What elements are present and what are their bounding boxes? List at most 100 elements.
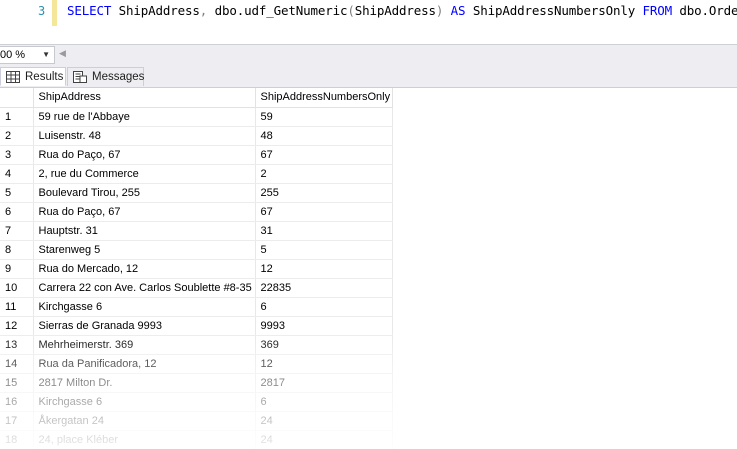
row-number-header[interactable] (0, 88, 34, 108)
row-number-cell[interactable]: 2 (0, 126, 34, 146)
shipaddress-cell[interactable]: Åkergatan 24 (33, 411, 256, 431)
query-editor[interactable]: 3 SELECT ShipAddress, dbo.udf_GetNumeric… (0, 0, 737, 44)
numbers-only-cell[interactable]: 24 (255, 430, 393, 449)
shipaddress-cell[interactable]: Kirchgasse 6 (33, 392, 256, 412)
row-number-cell[interactable]: 16 (0, 392, 34, 412)
tab-messages[interactable]: Messages (67, 67, 144, 86)
row-number-cell[interactable]: 10 (0, 278, 34, 298)
row-number-cell[interactable]: 5 (0, 183, 34, 203)
numbers-only-cell[interactable]: 9993 (255, 316, 393, 336)
numbers-only-cell[interactable]: 22835 (255, 278, 393, 298)
shipaddress-cell[interactable]: Luisenstr. 48 (33, 126, 256, 146)
numbers-only-cell[interactable]: 59 (255, 107, 393, 127)
table-row[interactable]: 14 Rua da Panificadora, 12 12 (0, 354, 393, 374)
keyword-select: SELECT (67, 3, 112, 18)
shipaddress-cell[interactable]: Rua do Paço, 67 (33, 202, 256, 222)
shipaddress-cell[interactable]: Boulevard Tirou, 255 (33, 183, 256, 203)
code-alias: ShipAddressNumbersOnly (472, 3, 636, 18)
table-row[interactable]: 7 Hauptstr. 31 31 (0, 221, 393, 241)
table-row[interactable]: 13 Mehrheimerstr. 369 369 (0, 335, 393, 355)
table-row[interactable]: 3 Rua do Paço, 67 67 (0, 145, 393, 165)
table-row[interactable]: 1 59 rue de l'Abbaye 59 (0, 107, 393, 127)
table-row[interactable]: 2 Luisenstr. 48 48 (0, 126, 393, 146)
tab-results[interactable]: Results (0, 67, 66, 86)
table-row[interactable]: 8 Starenweg 55 (0, 240, 393, 260)
table-row[interactable]: 4 2, rue du Commerce 2 (0, 164, 393, 184)
code-rparen: ) (435, 3, 444, 18)
shipaddress-cell[interactable]: 2, rue du Commerce (33, 164, 256, 184)
numbers-only-cell[interactable]: 5 (255, 240, 393, 260)
table-row[interactable]: 16 Kirchgasse 66 (0, 392, 393, 412)
row-number-cell[interactable]: 1 (0, 107, 34, 127)
code-argument: ShipAddress (354, 3, 436, 18)
tab-messages-label: Messages (92, 71, 145, 83)
line-number: 3 (38, 4, 46, 18)
row-number-cell[interactable]: 3 (0, 145, 34, 165)
numbers-only-cell[interactable]: 12 (255, 259, 393, 279)
shipaddress-cell[interactable]: Sierras de Granada 9993 (33, 316, 256, 336)
row-number-cell[interactable]: 11 (0, 297, 34, 317)
change-indicator-bar (52, 0, 57, 26)
keyword-from: FROM (642, 3, 672, 18)
table-row[interactable]: 11 Kirchgasse 66 (0, 297, 393, 317)
shipaddress-cell[interactable]: Starenweg 5 (33, 240, 256, 260)
shipaddress-cell[interactable]: Rua do Paço, 67 (33, 145, 256, 165)
table-row[interactable]: 6 Rua do Paço, 67 67 (0, 202, 393, 222)
table-row[interactable]: 17 Åkergatan 24 24 (0, 411, 393, 431)
tab-results-label: Results (25, 70, 64, 83)
zoom-bar: 00 % ▼ ◀ (0, 44, 737, 65)
code-table: dbo.Orders (679, 3, 737, 18)
code-function: dbo.udf_GetNumeric (214, 3, 348, 18)
row-number-cell[interactable]: 18 (0, 430, 34, 449)
shipaddress-cell[interactable]: 2817 Milton Dr. (33, 373, 256, 393)
shipaddress-cell[interactable]: Carrera 22 con Ave. Carlos Soublette #8-… (33, 278, 256, 298)
numbers-only-cell[interactable]: 48 (255, 126, 393, 146)
shipaddress-cell[interactable]: 59 rue de l'Abbaye (33, 107, 256, 127)
row-number-cell[interactable]: 8 (0, 240, 34, 260)
shipaddress-cell[interactable]: Hauptstr. 31 (33, 221, 256, 241)
numbers-only-cell[interactable]: 369 (255, 335, 393, 355)
zoom-value: 00 % (0, 49, 26, 61)
table-row[interactable]: 12 Sierras de Granada 9993 9993 (0, 316, 393, 336)
table-row[interactable]: 5 Boulevard Tirou, 255 255 (0, 183, 393, 203)
row-number-cell[interactable]: 13 (0, 335, 34, 355)
column-header-shipaddressnumbersonly[interactable]: ShipAddressNumbersOnly (255, 88, 393, 108)
numbers-only-cell[interactable]: 2 (255, 164, 393, 184)
table-row[interactable]: 18 24, place Kléber 24 (0, 430, 393, 449)
row-number-cell[interactable]: 4 (0, 164, 34, 184)
numbers-only-cell[interactable]: 67 (255, 145, 393, 165)
row-number-cell[interactable]: 14 (0, 354, 34, 374)
table-row[interactable]: 9 Rua do Mercado, 12 12 (0, 259, 393, 279)
numbers-only-cell[interactable]: 6 (255, 392, 393, 412)
scroll-left-icon[interactable]: ◀ (59, 48, 66, 59)
shipaddress-cell[interactable]: 24, place Kléber (33, 430, 256, 449)
numbers-only-cell[interactable]: 67 (255, 202, 393, 222)
numbers-only-cell[interactable]: 24 (255, 411, 393, 431)
shipaddress-cell[interactable]: Kirchgasse 6 (33, 297, 256, 317)
numbers-only-cell[interactable]: 31 (255, 221, 393, 241)
zoom-dropdown[interactable]: 00 % ▼ (0, 46, 55, 64)
row-number-cell[interactable]: 17 (0, 411, 34, 431)
row-number-cell[interactable]: 15 (0, 373, 34, 393)
table-row[interactable]: 15 2817 Milton Dr. 2817 (0, 373, 393, 393)
row-number-cell[interactable]: 12 (0, 316, 34, 336)
grid-icon (6, 70, 20, 83)
row-number-cell[interactable]: 6 (0, 202, 34, 222)
sql-code-line[interactable]: SELECT ShipAddress, dbo.udf_GetNumeric(S… (67, 3, 737, 18)
grid-header-row: ShipAddress ShipAddressNumbersOnly (0, 88, 393, 108)
numbers-only-cell[interactable]: 6 (255, 297, 393, 317)
row-number-cell[interactable]: 9 (0, 259, 34, 279)
keyword-as: AS (450, 3, 466, 18)
code-column: ShipAddress (118, 3, 200, 18)
shipaddress-cell[interactable]: Rua da Panificadora, 12 (33, 354, 256, 374)
results-grid[interactable]: ShipAddress ShipAddressNumbersOnly 1 59 r… (0, 88, 737, 449)
column-header-shipaddress[interactable]: ShipAddress (33, 88, 256, 108)
numbers-only-cell[interactable]: 255 (255, 183, 393, 203)
table-row[interactable]: 10 Carrera 22 con Ave. Carlos Soublette #… (0, 278, 393, 298)
code-lparen: ( (347, 3, 355, 18)
numbers-only-cell[interactable]: 12 (255, 354, 393, 374)
shipaddress-cell[interactable]: Rua do Mercado, 12 (33, 259, 256, 279)
numbers-only-cell[interactable]: 2817 (255, 373, 393, 393)
shipaddress-cell[interactable]: Mehrheimerstr. 369 (33, 335, 256, 355)
row-number-cell[interactable]: 7 (0, 221, 34, 241)
